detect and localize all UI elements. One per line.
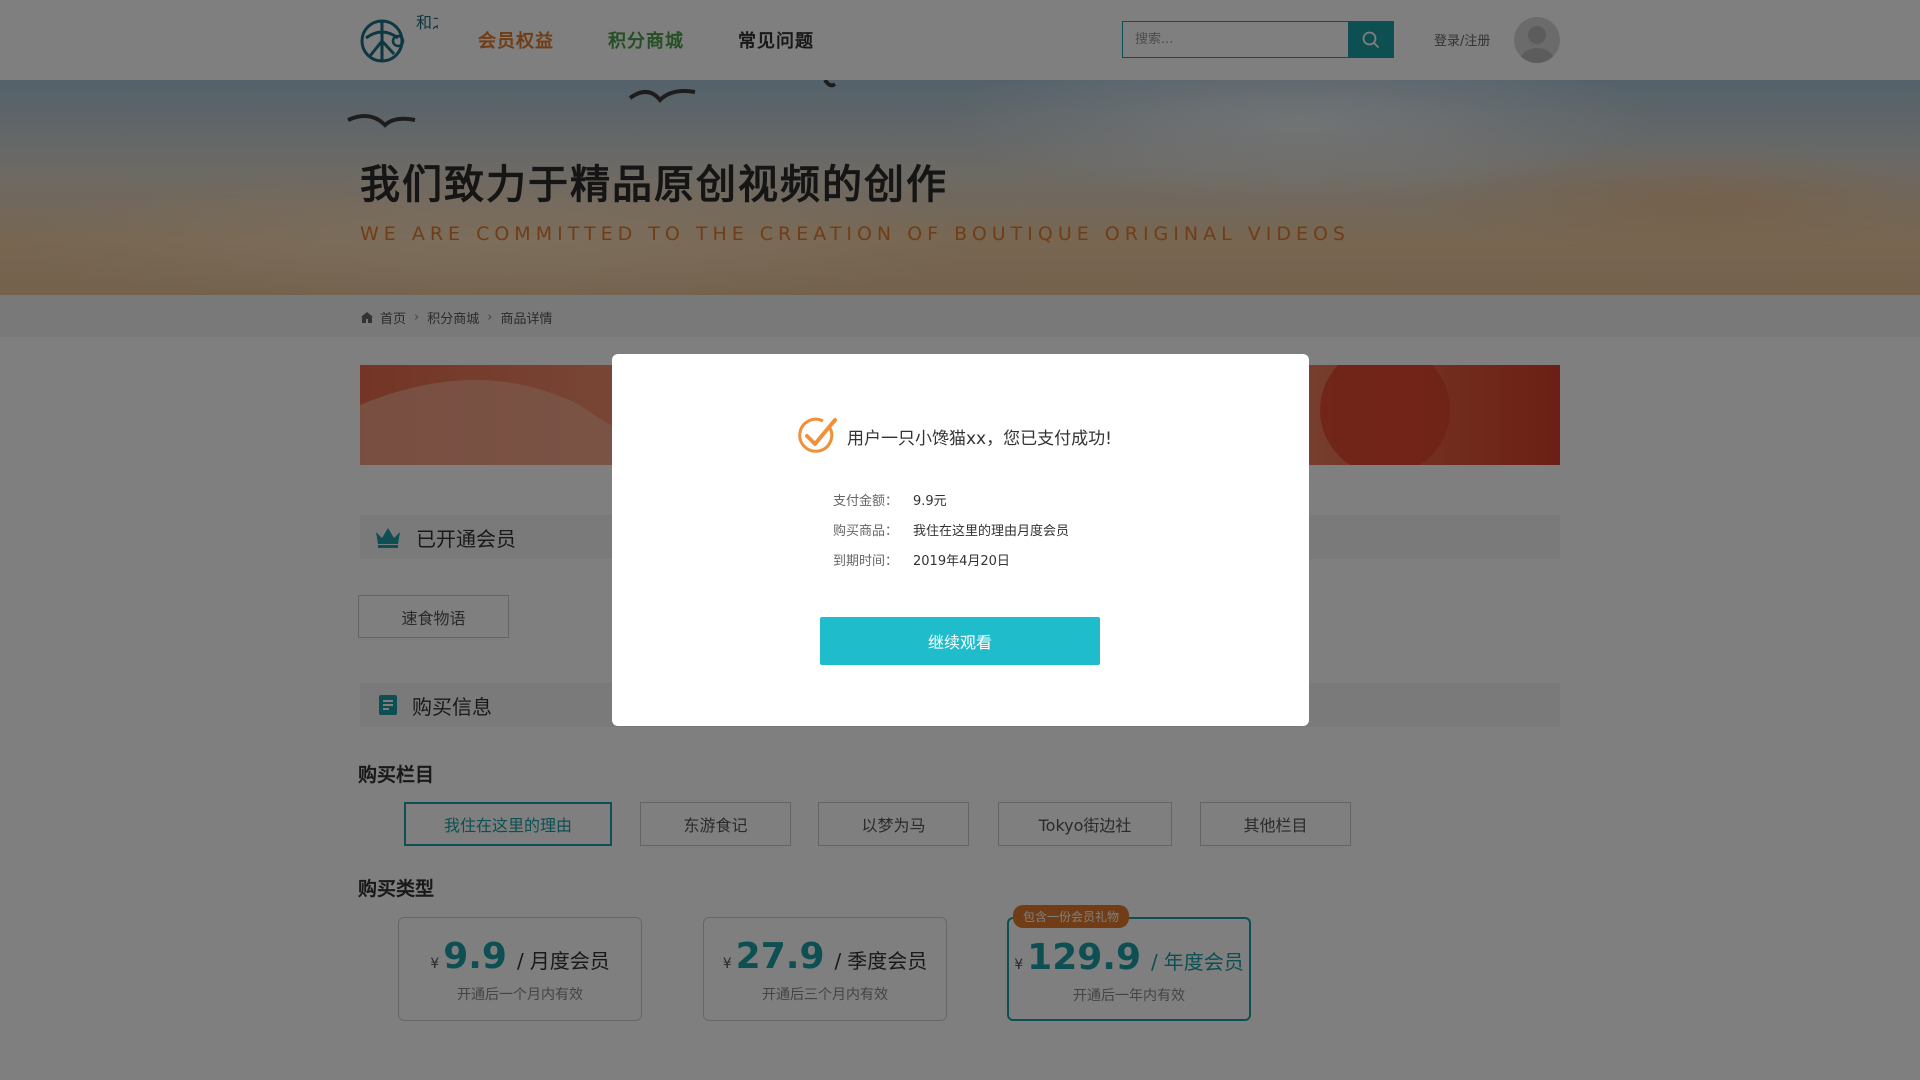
- info-label: 支付金额：: [833, 493, 899, 509]
- info-row-expiry: 到期时间： 2019年4月20日: [833, 544, 1069, 574]
- info-value: 9.9元: [913, 493, 947, 509]
- info-label: 到期时间：: [833, 553, 899, 569]
- info-row-product: 购买商品： 我住在这里的理由月度会员: [833, 514, 1069, 544]
- modal-message: 用户一只小馋猫xx，您已支付成功!: [847, 428, 1112, 449]
- modal-header: 用户一只小馋猫xx，您已支付成功!: [797, 416, 1112, 456]
- info-row-amount: 支付金额： 9.9元: [833, 484, 1069, 514]
- payment-info: 支付金额： 9.9元 购买商品： 我住在这里的理由月度会员 到期时间： 2019…: [833, 484, 1069, 574]
- info-value: 我住在这里的理由月度会员: [913, 523, 1070, 539]
- payment-success-modal: 用户一只小馋猫xx，您已支付成功! 支付金额： 9.9元 购买商品： 我住在这里…: [612, 354, 1309, 726]
- info-label: 购买商品：: [833, 523, 899, 539]
- info-value: 2019年4月20日: [913, 553, 1010, 569]
- success-check-icon: [798, 417, 837, 453]
- continue-watching-button[interactable]: 继续观看: [820, 617, 1100, 665]
